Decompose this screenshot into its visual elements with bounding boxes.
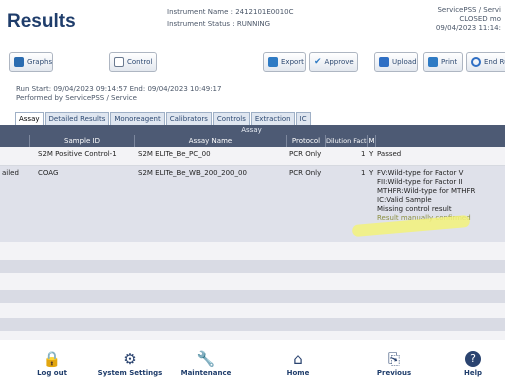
col-result [376,135,505,147]
previous-icon: ⎘ [387,350,400,368]
tab-controls[interactable]: Controls [212,112,250,125]
row-dilution: 1 [361,150,366,158]
upload-button[interactable]: Upload [374,52,418,72]
end-run-label: End Ru [484,58,505,66]
control-icon [114,57,124,67]
maintenance-label: Maintenance [180,369,232,377]
result-line: Missing control result [377,205,452,213]
row-assay-name: S2M ELITe_Be_PC_00 [138,150,211,158]
system-settings-button[interactable]: ⚙ System Settings [94,351,166,377]
assay-band-header: Assay [135,125,368,135]
home-icon: ⌂ [293,350,303,368]
graphs-icon [14,57,24,67]
system-settings-label: System Settings [97,369,163,377]
instrument-info: Instrument Name : 2412101E0010C Instrume… [167,6,294,30]
help-label: Help [463,369,483,377]
export-icon [268,57,278,67]
tab-calibrators[interactable]: Calibrators [165,112,212,125]
row-sample-id: S2M Positive Control-1 [38,150,117,158]
graphs-label: Graphs [27,58,53,66]
header-datetime: 09/04/2023 11:14: [435,24,501,32]
previous-label: Previous [376,369,412,377]
logout-label: Log out [37,369,67,377]
run-performed-by: Performed by ServicePSS / Service [16,94,137,102]
maintenance-button[interactable]: 🔧 Maintenance [170,351,242,377]
empty-row [0,260,505,273]
session-info: ServicePSS / Servi CLOSED mo 09/04/2023 … [436,6,501,33]
tab-extraction[interactable]: Extraction [250,112,295,125]
row-dilution: 1 [361,169,366,177]
print-icon [428,57,438,67]
row-protocol: PCR Only [289,169,322,177]
graphs-button[interactable]: Graphs [9,52,53,72]
result-line: MTHFR:Wild-type for MTHFR [377,187,476,195]
col-assay-name[interactable]: Assay Name [135,135,287,147]
approve-button[interactable]: ✔ Approve [309,52,358,72]
col-sample-id[interactable]: Sample ID [30,135,135,147]
control-label: Control [127,58,153,66]
service-user: ServicePSS / Servi [437,6,501,14]
col-dilution-factor[interactable]: Dilution Factor [326,135,368,147]
page-title: Results [7,11,76,32]
logout-button[interactable]: 🔒 Log out [16,351,88,377]
instrument-status: Instrument Status : RUNNING [167,20,271,28]
tab-monoreagent[interactable]: Monoreagent [110,112,165,125]
footer-nav: 🔒 Log out ⚙ System Settings 🔧 Maintenanc… [0,347,505,378]
table-row[interactable]: ailed COAG S2M ELITe_Be_WB_200_200_00 PC… [0,166,505,242]
result-line: FII:Wild-type for Factor II [377,178,463,186]
end-run-button[interactable]: End Ru [466,52,505,72]
lock-icon: 🔒 [42,350,62,368]
print-label: Print [441,58,458,66]
result-line: FV:Wild-type for Factor V [377,169,464,177]
print-button[interactable]: Print [423,52,463,72]
row-protocol: PCR Only [289,150,322,158]
approve-label: Approve [324,58,354,66]
row-m: Y [369,150,374,158]
col-m[interactable]: M [368,135,376,147]
row-m: Y [369,169,374,177]
stop-icon [471,57,481,67]
row-assay-name: S2M ELITe_Be_WB_200_200_00 [138,169,247,177]
toolbar: Graphs Control Export ✔ Approve Upload P… [0,52,505,74]
control-button[interactable]: Control [109,52,157,72]
col-status [0,135,30,147]
checkmark-icon: ✔ [314,57,322,67]
col-protocol[interactable]: Protocol [287,135,326,147]
results-table: Assay Sample ID Assay Name Protocol Dilu… [0,125,505,340]
instrument-name: Instrument Name : 2412101E0010C [167,8,294,16]
tab-detailed-results[interactable]: Detailed Results [44,112,110,125]
help-button[interactable]: ? Help [437,351,505,377]
upload-icon [379,57,389,67]
home-label: Home [286,369,310,377]
upload-label: Upload [392,58,417,66]
run-info: Run Start: 09/04/2023 09:14:57 End: 09/0… [16,85,221,103]
run-start-end: Run Start: 09/04/2023 09:14:57 End: 09/0… [16,85,222,93]
empty-row [0,290,505,303]
row-status: ailed [2,169,19,177]
wrench-icon: 🔧 [196,350,216,368]
export-button[interactable]: Export [263,52,306,72]
table-row[interactable]: S2M Positive Control-1 S2M ELITe_Be_PC_0… [0,147,505,165]
result-line: IC:Valid Sample [377,196,432,204]
tab-assay[interactable]: Assay [15,112,44,125]
export-label: Export [281,58,304,66]
closed-mode: CLOSED mo [459,15,501,23]
tab-ic[interactable]: IC [295,112,311,125]
row-sample-id: COAG [38,169,59,177]
results-tabs: Assay Detailed Results Monoreagent Calib… [15,112,312,125]
home-button[interactable]: ⌂ Home [262,351,334,377]
header-bar: Results Instrument Name : 2412101E0010C … [0,0,505,44]
empty-row [0,318,505,331]
previous-button[interactable]: ⎘ Previous [358,351,430,377]
help-icon: ? [465,351,481,367]
gear-icon: ⚙ [123,350,137,368]
row-result: Passed [377,150,402,158]
